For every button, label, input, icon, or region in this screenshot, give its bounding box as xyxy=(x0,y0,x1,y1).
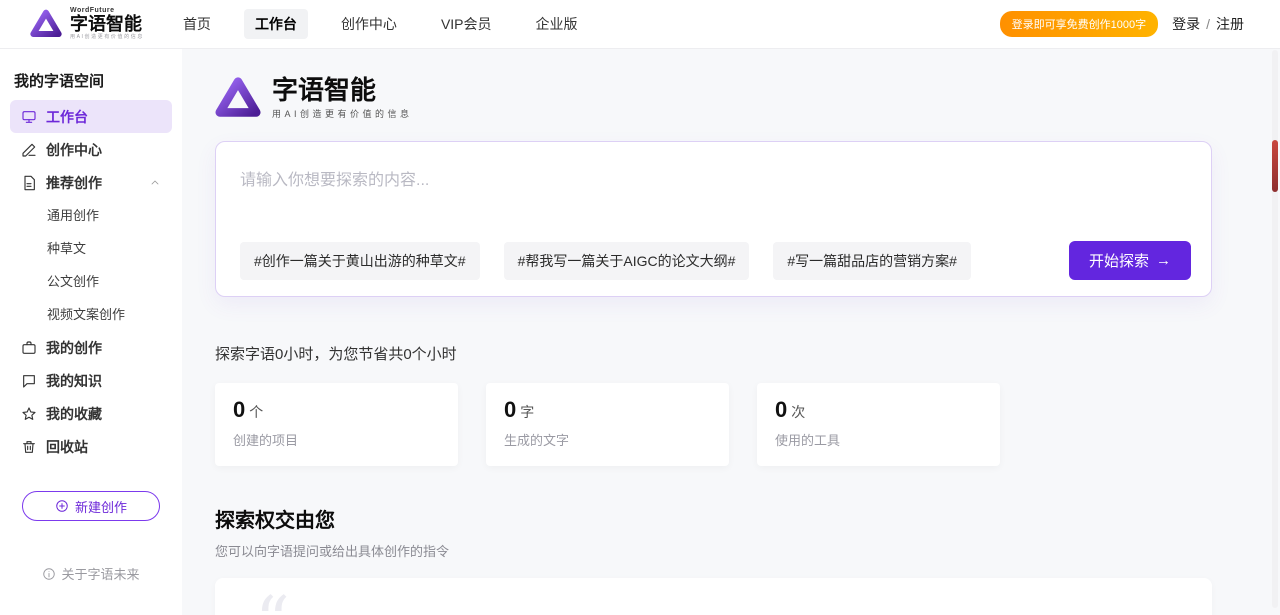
page-scrollbar-track xyxy=(1272,50,1278,608)
sidebar: 我的字语空间 工作台 创作中心 推荐创作 通用创作 种草文 公文创作 视频文案创 xyxy=(0,49,182,615)
star-icon xyxy=(21,406,37,422)
sidebar-item-label: 工作台 xyxy=(46,107,88,127)
new-creation-label: 新建创作 xyxy=(75,497,127,516)
new-creation-button[interactable]: 新建创作 xyxy=(22,491,160,521)
usage-summary: 探索字语0小时，为您节省共0个小时 xyxy=(215,343,1212,364)
sidebar-item-my-favorites[interactable]: 我的收藏 xyxy=(10,397,172,430)
sidebar-subitem-general[interactable]: 通用创作 xyxy=(0,199,182,232)
start-explore-label: 开始探索 xyxy=(1089,250,1149,271)
stat-label: 创建的项目 xyxy=(233,430,440,449)
about-wordfuture-link[interactable]: 关于字语未来 xyxy=(0,564,182,583)
suggestion-chip-huangshan[interactable]: #创作一篇关于黄山出游的种草文# xyxy=(240,242,480,280)
example-prompts-card: “ 字语智能是什么? 嗯，帮我创作一篇北京出游攻略 ▼ xyxy=(215,578,1212,615)
chat-bubble-icon xyxy=(21,373,37,389)
hero-text: 字语智能 用AI创造更有价值的信息 xyxy=(272,77,413,120)
auth-links: 登录 / 注册 xyxy=(1172,14,1244,34)
stat-value: 0个 xyxy=(233,397,440,423)
brand-tagline: 用AI创造更有价值的信息 xyxy=(70,35,144,41)
hero-brand-name: 字语智能 xyxy=(272,77,413,103)
stat-unit: 字 xyxy=(520,404,534,420)
auth-divider: / xyxy=(1206,16,1210,32)
free-credits-promo-button[interactable]: 登录即可享免费创作1000字 xyxy=(1000,11,1158,37)
sidebar-item-label: 我的知识 xyxy=(46,371,102,391)
sidebar-item-label: 推荐创作 xyxy=(46,173,102,193)
sidebar-item-my-creations[interactable]: 我的创作 xyxy=(10,331,172,364)
start-explore-button[interactable]: 开始探索 → xyxy=(1069,241,1191,280)
stat-unit: 次 xyxy=(791,404,805,420)
top-nav-links: 首页 工作台 创作中心 VIP会员 企业版 xyxy=(172,9,589,39)
brand-triangle-icon xyxy=(30,8,62,40)
sidebar-item-label: 回收站 xyxy=(46,437,88,457)
brand-text: WordFuture 字语智能 用AI创造更有价值的信息 xyxy=(70,7,144,41)
explore-section-title: 探索权交由您 xyxy=(215,504,1212,533)
suggestion-chip-aigc-outline[interactable]: #帮我写一篇关于AIGC的论文大纲# xyxy=(504,242,750,280)
stats-row: 0个 创建的项目 0字 生成的文字 0次 使用的工具 xyxy=(215,383,1212,466)
monitor-icon xyxy=(21,109,37,125)
sidebar-item-label: 我的收藏 xyxy=(46,404,102,424)
quote-icon: “ xyxy=(255,604,290,615)
sidebar-subitem-video-copy[interactable]: 视频文案创作 xyxy=(0,298,182,331)
sidebar-item-recycle-bin[interactable]: 回收站 xyxy=(10,430,172,463)
main-content: 字语智能 用AI创造更有价值的信息 #创作一篇关于黄山出游的种草文# #帮我写一… xyxy=(182,49,1280,615)
hero-logo: 字语智能 用AI创造更有价值的信息 xyxy=(215,75,1212,121)
stat-card-tools: 0次 使用的工具 xyxy=(757,383,1000,466)
register-link[interactable]: 注册 xyxy=(1216,14,1244,34)
about-label: 关于字语未来 xyxy=(61,564,139,583)
hero-triangle-icon xyxy=(215,75,261,121)
top-navbar: WordFuture 字语智能 用AI创造更有价值的信息 首页 工作台 创作中心… xyxy=(0,0,1280,49)
suggestion-chip-dessert-marketing[interactable]: #写一篇甜品店的营销方案# xyxy=(773,242,971,280)
stat-value: 0字 xyxy=(504,397,711,423)
info-circle-icon xyxy=(42,567,56,581)
briefcase-icon xyxy=(21,340,37,356)
document-icon xyxy=(21,175,37,191)
sidebar-item-creation-center[interactable]: 创作中心 xyxy=(10,133,172,166)
login-link[interactable]: 登录 xyxy=(1172,14,1200,34)
arrow-right-icon: → xyxy=(1156,252,1171,269)
plus-circle-icon xyxy=(55,499,69,513)
sidebar-subitem-seeding[interactable]: 种草文 xyxy=(0,232,182,265)
sidebar-item-recommended[interactable]: 推荐创作 xyxy=(10,166,172,199)
explore-section-subtitle: 您可以向字语提问或给出具体创作的指令 xyxy=(215,541,1212,560)
stat-card-words: 0字 生成的文字 xyxy=(486,383,729,466)
stat-card-projects: 0个 创建的项目 xyxy=(215,383,458,466)
stat-label: 生成的文字 xyxy=(504,430,711,449)
page-scrollbar-thumb[interactable] xyxy=(1272,140,1278,192)
sidebar-item-label: 创作中心 xyxy=(46,140,102,160)
chevron-up-icon xyxy=(149,177,161,189)
trash-icon xyxy=(21,439,37,455)
nav-item-vip[interactable]: VIP会员 xyxy=(430,9,503,39)
stat-value: 0次 xyxy=(775,397,982,423)
brand-logo[interactable]: WordFuture 字语智能 用AI创造更有价值的信息 xyxy=(30,7,144,41)
explore-search-panel: #创作一篇关于黄山出游的种草文# #帮我写一篇关于AIGC的论文大纲# #写一篇… xyxy=(215,141,1212,297)
hero-tagline: 用AI创造更有价值的信息 xyxy=(272,107,413,120)
sidebar-item-label: 我的创作 xyxy=(46,338,102,358)
example-prompts-row: “ 字语智能是什么? 嗯，帮我创作一篇北京出游攻略 ▼ xyxy=(255,604,1192,615)
sidebar-subitem-official[interactable]: 公文创作 xyxy=(0,265,182,298)
pencil-icon xyxy=(21,142,37,158)
nav-item-creation-center[interactable]: 创作中心 xyxy=(330,9,408,39)
suggestion-chips-row: #创作一篇关于黄山出游的种草文# #帮我写一篇关于AIGC的论文大纲# #写一篇… xyxy=(216,227,1211,296)
sidebar-title: 我的字语空间 xyxy=(0,49,182,100)
sidebar-item-workbench[interactable]: 工作台 xyxy=(10,100,172,133)
stat-unit: 个 xyxy=(249,404,263,420)
nav-item-workbench[interactable]: 工作台 xyxy=(244,9,308,39)
nav-item-enterprise[interactable]: 企业版 xyxy=(525,9,589,39)
brand-name: 字语智能 xyxy=(70,15,144,35)
topnav-right: 登录即可享免费创作1000字 登录 / 注册 xyxy=(1000,11,1244,37)
nav-item-home[interactable]: 首页 xyxy=(172,9,222,39)
explore-search-input[interactable] xyxy=(216,142,1211,222)
sidebar-item-my-knowledge[interactable]: 我的知识 xyxy=(10,364,172,397)
stat-label: 使用的工具 xyxy=(775,430,982,449)
